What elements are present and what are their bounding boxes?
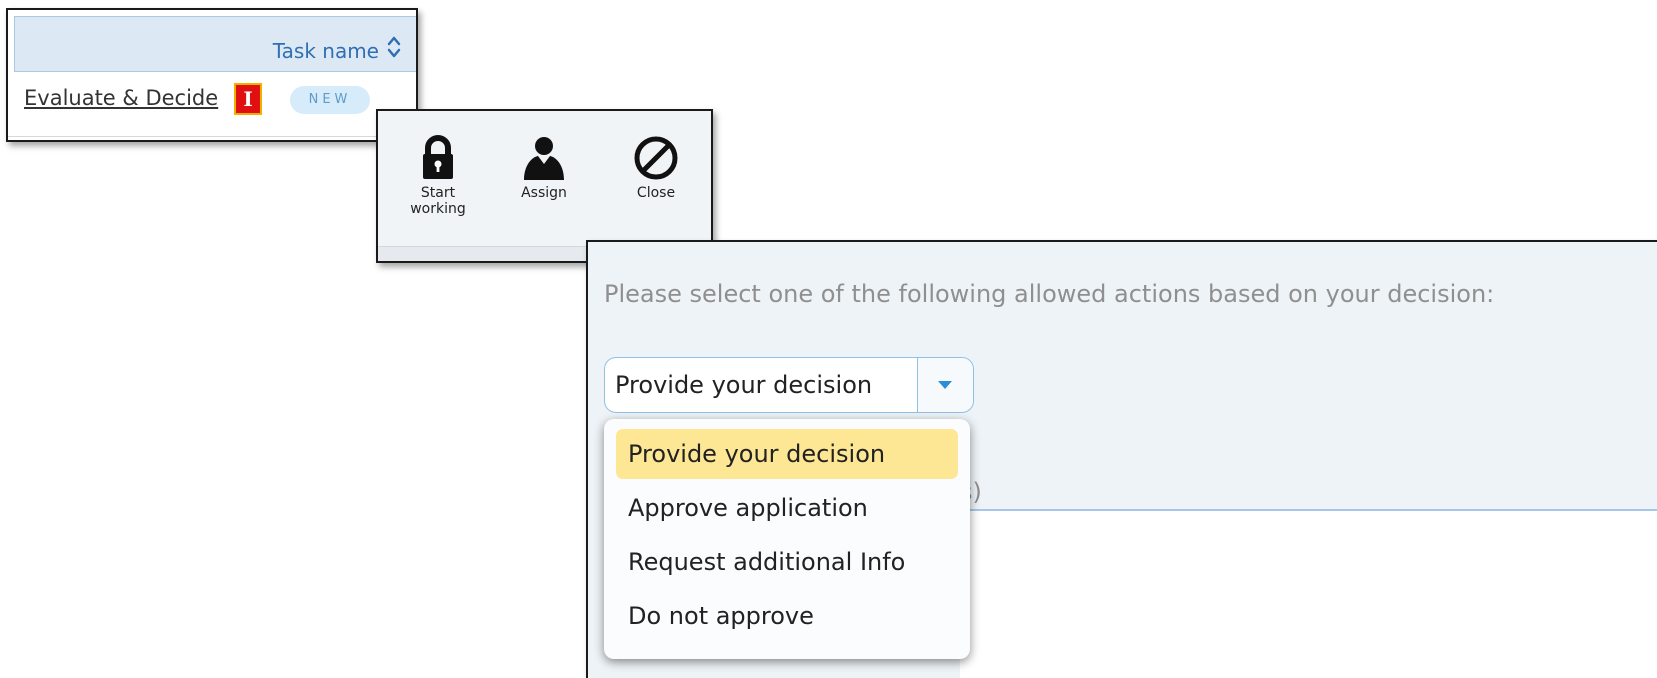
sort-icon[interactable] [385,33,403,61]
lock-icon [423,135,453,179]
screenshot-stage: Task name Evaluate & Decide I NEW Start … [0,0,1657,678]
prohibited-icon [634,136,678,180]
dropdown-toggle[interactable] [917,358,973,412]
decision-prompt: Please select one of the following allow… [604,280,1495,308]
assign-label: Assign [521,185,567,201]
user-icon [524,137,564,180]
assign-button[interactable]: Assign [500,135,588,201]
option-request-additional-info[interactable]: Request additional Info [616,537,958,587]
option-approve-application[interactable]: Approve application [616,483,958,533]
decision-form-panel: Please select one of the following allow… [586,240,1657,678]
task-row: Evaluate & Decide I NEW [8,72,416,137]
decision-select[interactable]: Provide your decision [604,357,974,413]
close-label: Close [636,185,676,201]
close-button[interactable]: Close [612,135,700,201]
field-underline [960,509,1657,511]
option-provide-your-decision[interactable]: Provide your decision [616,429,958,479]
task-list-panel: Task name Evaluate & Decide I NEW [6,8,418,142]
task-link[interactable]: Evaluate & Decide [24,86,218,110]
task-marker-badge: I [234,83,262,115]
select-divider [917,358,918,412]
start-working-button[interactable]: Start working [394,135,482,217]
status-badge: NEW [290,86,370,114]
column-header-label: Task name [272,39,379,63]
decision-dropdown-list: Provide your decision Approve applicatio… [604,419,970,659]
task-name-column-header[interactable]: Task name [14,16,416,72]
start-working-label: Start working [410,185,466,217]
comment-area[interactable] [960,511,1657,678]
decision-select-value: Provide your decision [615,371,873,399]
option-do-not-approve[interactable]: Do not approve [616,591,958,641]
chevron-down-icon [938,381,952,389]
